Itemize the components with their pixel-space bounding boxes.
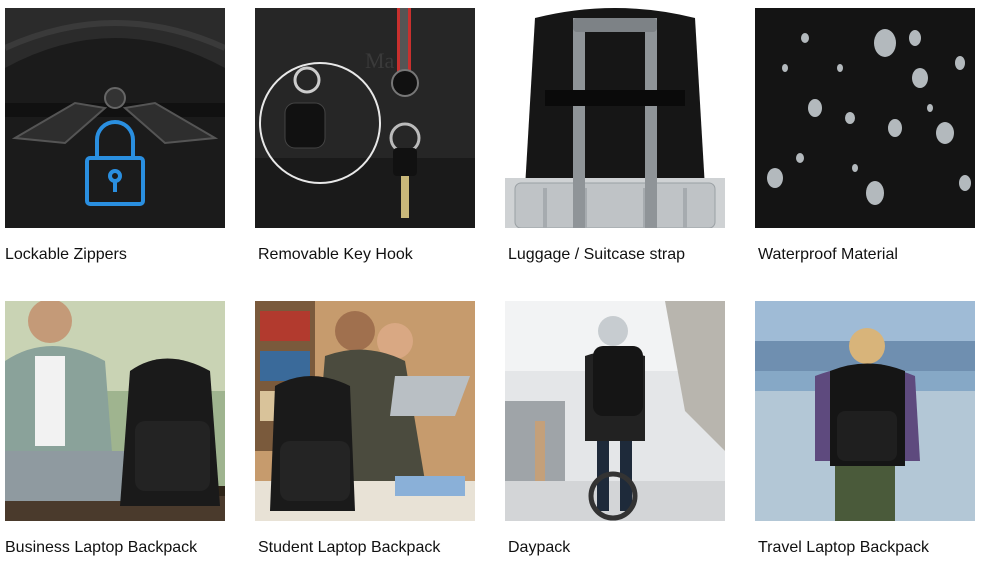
person-head-icon	[28, 301, 72, 343]
backpack-icon	[593, 346, 643, 416]
svg-text:Ma: Ma	[365, 48, 395, 73]
person-head-icon	[849, 328, 885, 364]
use-caption-student[interactable]: Student Laptop Backpack	[258, 538, 440, 558]
key-hook-photo: Ma	[255, 8, 475, 228]
student-backpack-image[interactable]	[255, 301, 475, 521]
removable-key-hook-image[interactable]: Ma	[255, 8, 475, 228]
luggage-strap-photo	[505, 8, 725, 228]
feature-caption-key-hook[interactable]: Removable Key Hook	[258, 245, 413, 265]
use-caption-travel[interactable]: Travel Laptop Backpack	[758, 538, 929, 558]
luggage-strap-band	[545, 90, 685, 106]
person-head-icon	[335, 311, 375, 351]
traveler-photo	[755, 301, 975, 521]
travel-backpack-image[interactable]	[755, 301, 975, 521]
daypack-image[interactable]	[505, 301, 725, 521]
luggage-strap-image[interactable]	[505, 8, 725, 228]
lockable-zippers-image[interactable]	[5, 8, 225, 228]
use-caption-business[interactable]: Business Laptop Backpack	[5, 538, 197, 558]
helmet-icon	[598, 316, 628, 346]
feature-caption-lockable-zippers[interactable]: Lockable Zippers	[5, 245, 127, 265]
business-backpack-image[interactable]	[5, 301, 225, 521]
zipper-lock-photo	[5, 8, 225, 228]
key-icon	[393, 148, 417, 176]
students-photo	[255, 301, 475, 521]
water-drops-photo	[755, 8, 975, 228]
feature-caption-waterproof[interactable]: Waterproof Material	[758, 245, 898, 265]
waterproof-material-image[interactable]	[755, 8, 975, 228]
business-man-photo	[5, 301, 225, 521]
cyclist-photo	[505, 301, 725, 521]
feature-caption-luggage-strap[interactable]: Luggage / Suitcase strap	[508, 245, 685, 265]
use-caption-daypack[interactable]: Daypack	[508, 538, 570, 558]
